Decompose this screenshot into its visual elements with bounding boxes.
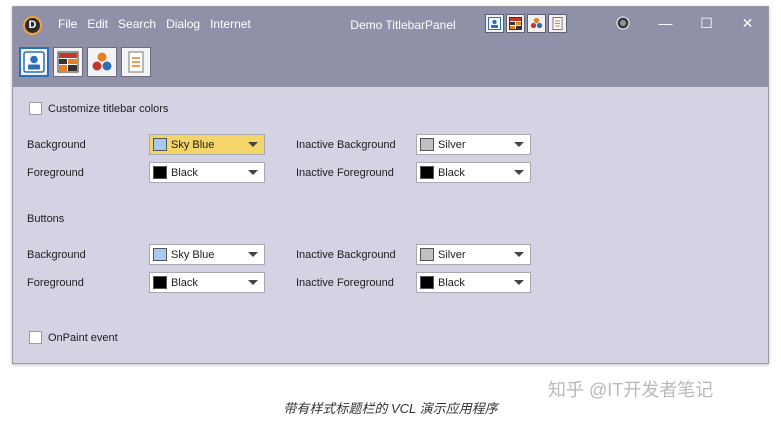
foreground-label: Foreground xyxy=(27,167,84,179)
window-controls: — ☐ ✕ xyxy=(601,7,768,39)
color-palette-icon[interactable] xyxy=(527,14,546,33)
background-combo[interactable]: Sky Blue xyxy=(149,134,265,155)
chevron-down-icon[interactable] xyxy=(248,252,258,257)
watermark: 知乎 @IT开发者笔记 xyxy=(548,380,714,400)
menu-search[interactable]: Search xyxy=(113,15,161,33)
menu-edit[interactable]: Edit xyxy=(82,15,113,33)
buttons-heading: Buttons xyxy=(27,213,65,225)
buttons-background-label: Background xyxy=(27,249,86,261)
combo-value: Black xyxy=(171,166,198,179)
color-palette-icon[interactable] xyxy=(87,47,117,77)
combo-value: Black xyxy=(438,166,465,179)
titlebar-icon-group xyxy=(485,14,567,33)
buttons-foreground-label: Foreground xyxy=(27,277,84,289)
chevron-down-icon[interactable] xyxy=(514,280,524,285)
document-list-icon[interactable] xyxy=(548,14,567,33)
titlebar[interactable]: D File Edit Search Dialog Internet Demo … xyxy=(13,7,768,87)
onpaint-checkbox[interactable] xyxy=(29,331,42,344)
customize-colors-option[interactable]: Customize titlebar colors xyxy=(29,102,168,115)
chevron-down-icon[interactable] xyxy=(514,170,524,175)
chevron-down-icon[interactable] xyxy=(248,142,258,147)
customize-colors-checkbox[interactable] xyxy=(29,102,42,115)
app-logo-icon[interactable]: D xyxy=(23,16,42,35)
chevron-down-icon[interactable] xyxy=(514,142,524,147)
buttons-inactive-foreground-combo[interactable]: Black xyxy=(416,272,531,293)
close-button[interactable]: ✕ xyxy=(727,7,768,39)
color-swatch xyxy=(420,138,434,151)
toolbar xyxy=(19,47,151,77)
buttons-background-combo[interactable]: Sky Blue xyxy=(149,244,265,265)
document-list-icon[interactable] xyxy=(121,47,151,77)
minimize-button[interactable]: — xyxy=(645,7,686,39)
customize-colors-label: Customize titlebar colors xyxy=(48,102,169,115)
combo-value: Sky Blue xyxy=(171,138,215,151)
buttons-inactive-foreground-label: Inactive Foreground xyxy=(296,277,394,289)
target-icon[interactable] xyxy=(601,7,645,39)
chevron-down-icon[interactable] xyxy=(248,170,258,175)
chevron-down-icon[interactable] xyxy=(248,280,258,285)
settings-panel: Customize titlebar colors Background Sky… xyxy=(13,87,768,363)
combo-value: Silver xyxy=(438,248,466,261)
color-swatch xyxy=(420,166,434,179)
menu-internet[interactable]: Internet xyxy=(205,15,256,33)
inactive-background-combo[interactable]: Silver xyxy=(416,134,531,155)
grid-report-icon[interactable] xyxy=(506,14,525,33)
combo-value: Silver xyxy=(438,138,466,151)
color-swatch xyxy=(153,248,167,261)
combo-value: Sky Blue xyxy=(171,248,215,261)
color-swatch xyxy=(153,166,167,179)
app-window: D File Edit Search Dialog Internet Demo … xyxy=(12,6,769,364)
buttons-inactive-background-label: Inactive Background xyxy=(296,249,396,261)
dashboard-icon[interactable] xyxy=(485,14,504,33)
inactive-foreground-label: Inactive Foreground xyxy=(296,167,394,179)
image-caption: 带有样式标题栏的 VCL 演示应用程序 xyxy=(283,401,498,416)
buttons-inactive-background-combo[interactable]: Silver xyxy=(416,244,531,265)
combo-value: Black xyxy=(171,276,198,289)
menu-bar: File Edit Search Dialog Internet xyxy=(53,15,256,33)
combo-value: Black xyxy=(438,276,465,289)
inactive-background-label: Inactive Background xyxy=(296,139,396,151)
color-swatch xyxy=(153,276,167,289)
window-title: Demo TitlebarPanel xyxy=(350,18,456,32)
dashboard-icon[interactable] xyxy=(19,47,49,77)
inactive-foreground-combo[interactable]: Black xyxy=(416,162,531,183)
onpaint-option[interactable]: OnPaint event xyxy=(29,331,118,344)
color-swatch xyxy=(420,248,434,261)
foreground-combo[interactable]: Black xyxy=(149,162,265,183)
color-swatch xyxy=(153,138,167,151)
onpaint-label: OnPaint event xyxy=(48,331,118,344)
color-swatch xyxy=(420,276,434,289)
buttons-foreground-combo[interactable]: Black xyxy=(149,272,265,293)
chevron-down-icon[interactable] xyxy=(514,252,524,257)
menu-file[interactable]: File xyxy=(53,15,82,33)
grid-report-icon[interactable] xyxy=(53,47,83,77)
menu-dialog[interactable]: Dialog xyxy=(161,15,205,33)
maximize-button[interactable]: ☐ xyxy=(686,7,727,39)
background-label: Background xyxy=(27,139,86,151)
